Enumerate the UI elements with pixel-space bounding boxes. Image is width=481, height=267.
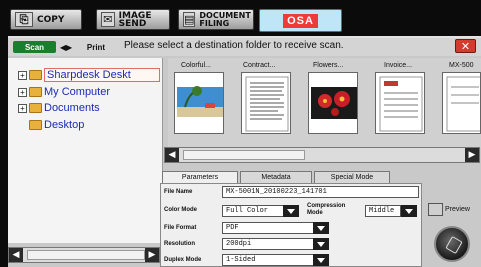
- tree-item-label: My Computer: [44, 86, 111, 98]
- mode-toggle-arrows-icon[interactable]: ◀▶: [58, 41, 74, 53]
- compression-mode-label: Compression: [307, 203, 346, 209]
- thumbnail-label: Colorful...: [181, 62, 211, 69]
- compression-mode-select[interactable]: Middle: [365, 205, 401, 217]
- file-format-dropdown-icon[interactable]: [313, 222, 329, 234]
- image-send-button[interactable]: ✉ IMAGE SEND: [96, 9, 170, 30]
- print-mode-button[interactable]: Print: [76, 41, 116, 53]
- file-name-label: File Name: [164, 189, 193, 195]
- duplex-mode-dropdown-icon[interactable]: [313, 254, 329, 266]
- resolution-dropdown-icon[interactable]: [313, 238, 329, 250]
- thumbnail-label: Contract...: [243, 62, 276, 69]
- file-name-field[interactable]: MX-5001N_20100223_141701: [222, 186, 419, 198]
- top-bar: ⎘ COPY ✉ IMAGE SEND ▤ DOCUMENT FILING OS…: [0, 0, 481, 36]
- scan-mode-button[interactable]: Scan: [13, 41, 56, 53]
- computer-icon: [29, 87, 42, 97]
- tab-special-mode[interactable]: Special Mode: [314, 171, 390, 183]
- document-filing-icon: ▤: [183, 12, 196, 27]
- scroll-right-icon[interactable]: ▶: [145, 248, 159, 262]
- tree-item-my-computer[interactable]: + My Computer: [18, 86, 110, 98]
- thumbnail-contract[interactable]: [241, 72, 291, 134]
- scroll-right-icon[interactable]: ▶: [465, 148, 479, 162]
- osa-button[interactable]: OSA: [259, 9, 342, 32]
- tree-item-sharpdesk-desktop[interactable]: + Sharpdesk Deskt: [18, 68, 160, 82]
- copy-button[interactable]: ⎘ COPY: [10, 9, 82, 30]
- thumbnail-label: Invoice...: [384, 62, 413, 69]
- compression-mode-dropdown-icon[interactable]: [401, 205, 417, 217]
- thumbnail-label: MX-500: [449, 62, 474, 69]
- image-send-icon: ✉: [101, 12, 115, 27]
- copy-button-label: COPY: [37, 14, 65, 25]
- scroll-left-icon[interactable]: ◀: [165, 148, 179, 162]
- tree-item-label: Desktop: [44, 119, 85, 131]
- file-format-select[interactable]: PDF: [222, 222, 314, 234]
- folder-icon: [29, 103, 42, 113]
- duplex-mode-select[interactable]: 1-Sided: [222, 254, 314, 266]
- flowers-photo-image: [309, 73, 357, 133]
- scroll-left-icon[interactable]: ◀: [9, 248, 23, 262]
- folder-icon: [29, 70, 42, 80]
- tree-item-label: Sharpdesk Deskt: [44, 68, 160, 82]
- folder-icon: [29, 120, 42, 130]
- color-mode-dropdown-icon[interactable]: [283, 205, 299, 217]
- document-filing-button[interactable]: ▤ DOCUMENT FILING: [178, 9, 254, 30]
- color-mode-label: Color Mode: [164, 207, 197, 213]
- expand-icon[interactable]: +: [18, 70, 27, 80]
- resolution-label: Resolution: [164, 241, 195, 247]
- tree-item-documents[interactable]: + Documents: [18, 102, 100, 114]
- tree-horizontal-scrollbar[interactable]: ◀ ▶: [8, 247, 160, 263]
- thumbnail-label: Flowers...: [313, 62, 344, 69]
- document-page-image: [245, 76, 289, 132]
- tab-parameters[interactable]: Parameters: [162, 171, 238, 183]
- folder-tree: + Sharpdesk Deskt + My Computer + Docume…: [8, 58, 163, 243]
- beach-photo-image: [175, 73, 223, 133]
- duplex-mode-label: Duplex Mode: [164, 257, 202, 263]
- expand-icon[interactable]: +: [18, 87, 27, 97]
- preview-label: Preview: [445, 206, 470, 213]
- thumbnail-horizontal-scrollbar[interactable]: ◀ ▶: [164, 147, 480, 163]
- thumbnail-colorful[interactable]: [174, 72, 224, 134]
- thumbnail-invoice[interactable]: [375, 72, 425, 134]
- file-format-label: File Format: [164, 225, 197, 231]
- instruction-text: Please select a destination folder to re…: [124, 40, 344, 51]
- thumbnail-flowers[interactable]: [308, 72, 358, 134]
- color-mode-select[interactable]: Full Color: [222, 205, 284, 217]
- compression-mode-label-line2: Mode: [307, 210, 323, 216]
- copy-icon: ⎘: [15, 12, 33, 27]
- document-page-image: [446, 76, 480, 132]
- scrollbar-thumb[interactable]: [27, 250, 145, 260]
- resolution-select[interactable]: 200dpi: [222, 238, 314, 250]
- osa-logo: OSA: [283, 13, 318, 28]
- scan-start-knob-icon[interactable]: [434, 226, 470, 262]
- image-send-button-label: IMAGE SEND: [118, 10, 152, 29]
- tab-metadata[interactable]: Metadata: [240, 171, 312, 183]
- thumbnail-mx-500[interactable]: [442, 72, 481, 134]
- tree-item-label: Documents: [44, 102, 100, 114]
- preview-checkbox[interactable]: [428, 203, 443, 216]
- document-filing-button-label: DOCUMENT FILING: [199, 10, 251, 28]
- invoice-page-image: [379, 76, 423, 132]
- expand-icon[interactable]: +: [18, 103, 27, 113]
- scrollbar-thumb[interactable]: [183, 150, 305, 160]
- tree-item-desktop[interactable]: Desktop: [29, 119, 84, 131]
- close-button[interactable]: ✕: [455, 39, 476, 53]
